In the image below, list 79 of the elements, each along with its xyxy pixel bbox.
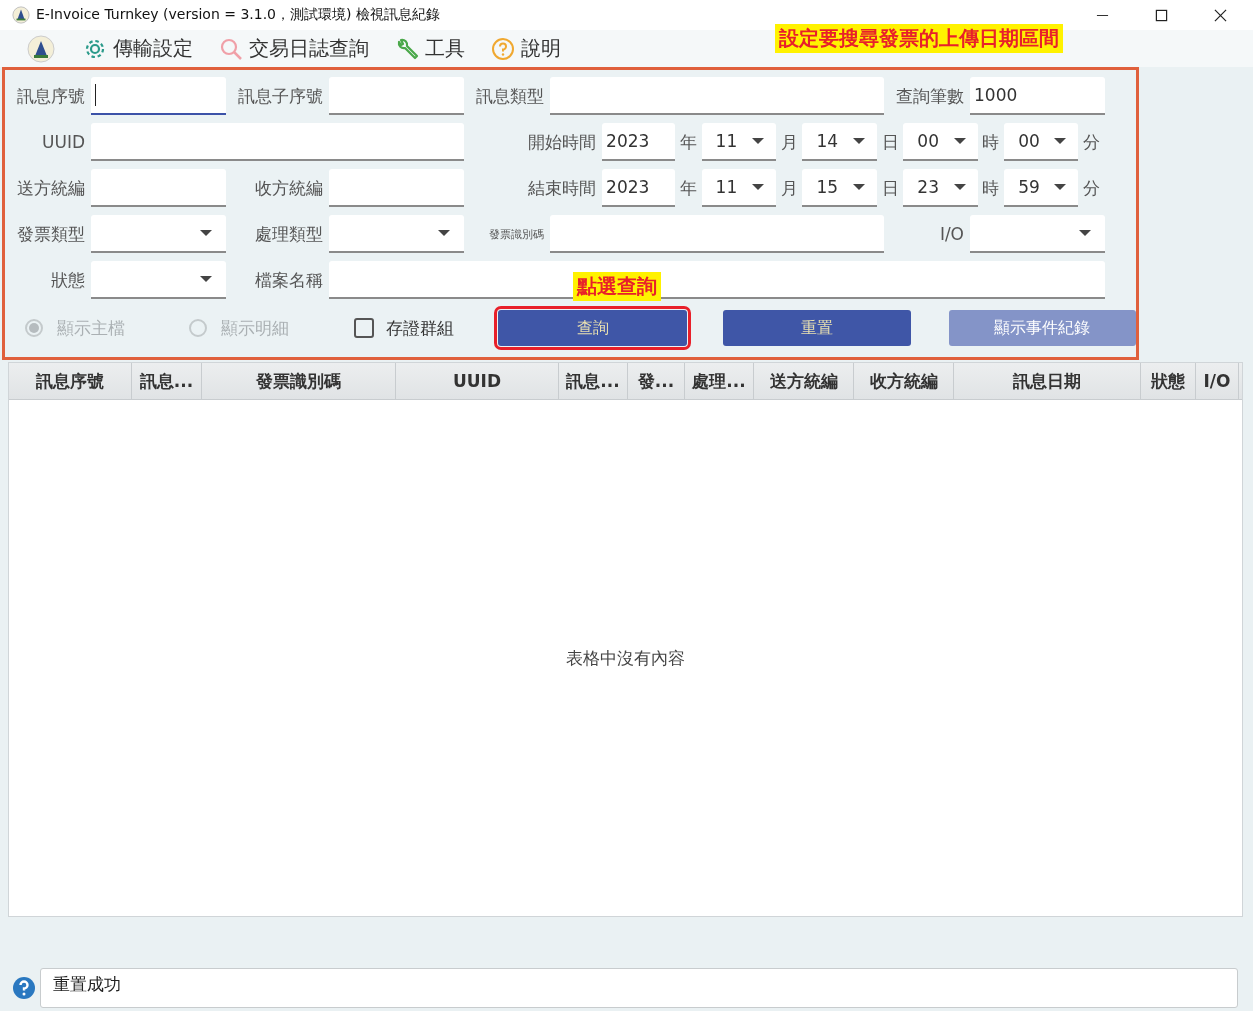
field-label: 送方統編 <box>16 176 85 200</box>
field-label: 收方統編 <box>254 176 323 200</box>
help-icon <box>12 976 36 1000</box>
window-title: E-Invoice Turnkey (version = 3.1.0，測試環境) 檢視訊息紀錄 <box>36 6 440 24</box>
column-header[interactable]: 訊息序號 <box>9 363 132 399</box>
dropdown[interactable]: 11 <box>701 123 776 161</box>
field-label: 處理類型 <box>254 222 323 246</box>
field-label: 訊息序號 <box>16 84 85 108</box>
help-icon <box>491 36 515 61</box>
unit-label: 分 <box>1082 130 1102 154</box>
field-label: 訊息類型 <box>475 84 544 108</box>
input-field[interactable] <box>329 77 464 115</box>
dropdown[interactable]: 11 <box>701 169 776 207</box>
unit-label: 年 <box>678 130 698 154</box>
status-message-field: 重置成功 <box>40 968 1238 1008</box>
dropdown[interactable]: 15 <box>802 169 877 207</box>
input-field[interactable] <box>91 123 464 161</box>
dropdown[interactable]: 59 <box>1004 169 1079 207</box>
search-icon <box>219 36 243 61</box>
field-label: 查詢筆數 <box>895 84 964 108</box>
menu-item[interactable]: 工具 <box>395 35 465 62</box>
column-header[interactable]: 處理... <box>685 363 754 399</box>
unit-label: 分 <box>1082 176 1102 200</box>
dropdown[interactable]: 00 <box>1004 123 1079 161</box>
input-field[interactable] <box>91 77 226 115</box>
field-label: UUID <box>41 132 85 152</box>
dropdown[interactable]: 00 <box>903 123 978 161</box>
field-label: 狀態 <box>50 268 85 292</box>
field-label: I/O <box>938 224 964 244</box>
menu-item[interactable]: 說明 <box>491 35 561 62</box>
input-field[interactable]: 2023 <box>602 123 675 161</box>
annotation-note: 點選查詢 <box>573 272 661 301</box>
input-field[interactable] <box>91 169 226 207</box>
input-field[interactable] <box>550 77 884 115</box>
unit-label: 時 <box>981 176 1001 200</box>
unit-label: 日 <box>880 130 900 154</box>
unit-label: 月 <box>779 130 799 154</box>
dropdown[interactable] <box>329 215 464 253</box>
menu-item[interactable]: 傳輸設定 <box>83 35 193 62</box>
unit-label: 年 <box>678 176 698 200</box>
input-field[interactable]: 1000 <box>970 77 1105 115</box>
action-button[interactable]: 重置 <box>723 310 911 346</box>
column-header[interactable]: 訊息日期 <box>954 363 1141 399</box>
menu-item[interactable]: 交易日誌查詢 <box>219 35 369 62</box>
unit-label: 時 <box>981 130 1001 154</box>
annotation-note: 設定要搜尋發票的上傳日期區間 <box>775 24 1063 53</box>
input-field[interactable] <box>329 261 1105 299</box>
wrench-icon <box>395 36 419 61</box>
column-header[interactable]: I/O <box>1196 363 1239 399</box>
column-header[interactable]: 訊息... <box>559 363 628 399</box>
column-header[interactable]: 送方統編 <box>754 363 854 399</box>
dropdown[interactable] <box>970 215 1105 253</box>
dropdown[interactable]: 23 <box>903 169 978 207</box>
app-logo-icon <box>12 6 30 24</box>
column-header[interactable]: 發票識別碼 <box>202 363 396 399</box>
column-header[interactable]: 狀態 <box>1141 363 1196 399</box>
field-label: 結束時間 <box>527 176 597 200</box>
column-header[interactable]: 訊息... <box>132 363 202 399</box>
input-field[interactable] <box>550 215 884 253</box>
unit-label: 日 <box>880 176 900 200</box>
column-header[interactable]: 收方統編 <box>854 363 954 399</box>
checkbox[interactable]: 存證群組 <box>353 316 499 340</box>
field-label: 發票識別碼 <box>488 226 544 242</box>
field-label: 檔案名稱 <box>254 268 323 292</box>
app-logo-icon[interactable] <box>27 34 55 63</box>
input-field[interactable] <box>329 169 464 207</box>
maximize-icon[interactable] <box>1155 8 1168 22</box>
column-header[interactable]: 發... <box>628 363 685 399</box>
close-icon[interactable] <box>1214 8 1227 22</box>
dropdown[interactable] <box>91 261 226 299</box>
input-field[interactable]: 2023 <box>602 169 675 207</box>
empty-table-message: 表格中沒有內容 <box>566 646 685 670</box>
field-label: 訊息子序號 <box>237 84 323 108</box>
column-header[interactable]: UUID <box>396 363 559 399</box>
dropdown[interactable]: 14 <box>802 123 877 161</box>
unit-label: 月 <box>779 176 799 200</box>
dropdown[interactable] <box>91 215 226 253</box>
field-label: 發票類型 <box>16 222 85 246</box>
field-label: 開始時間 <box>527 130 597 154</box>
